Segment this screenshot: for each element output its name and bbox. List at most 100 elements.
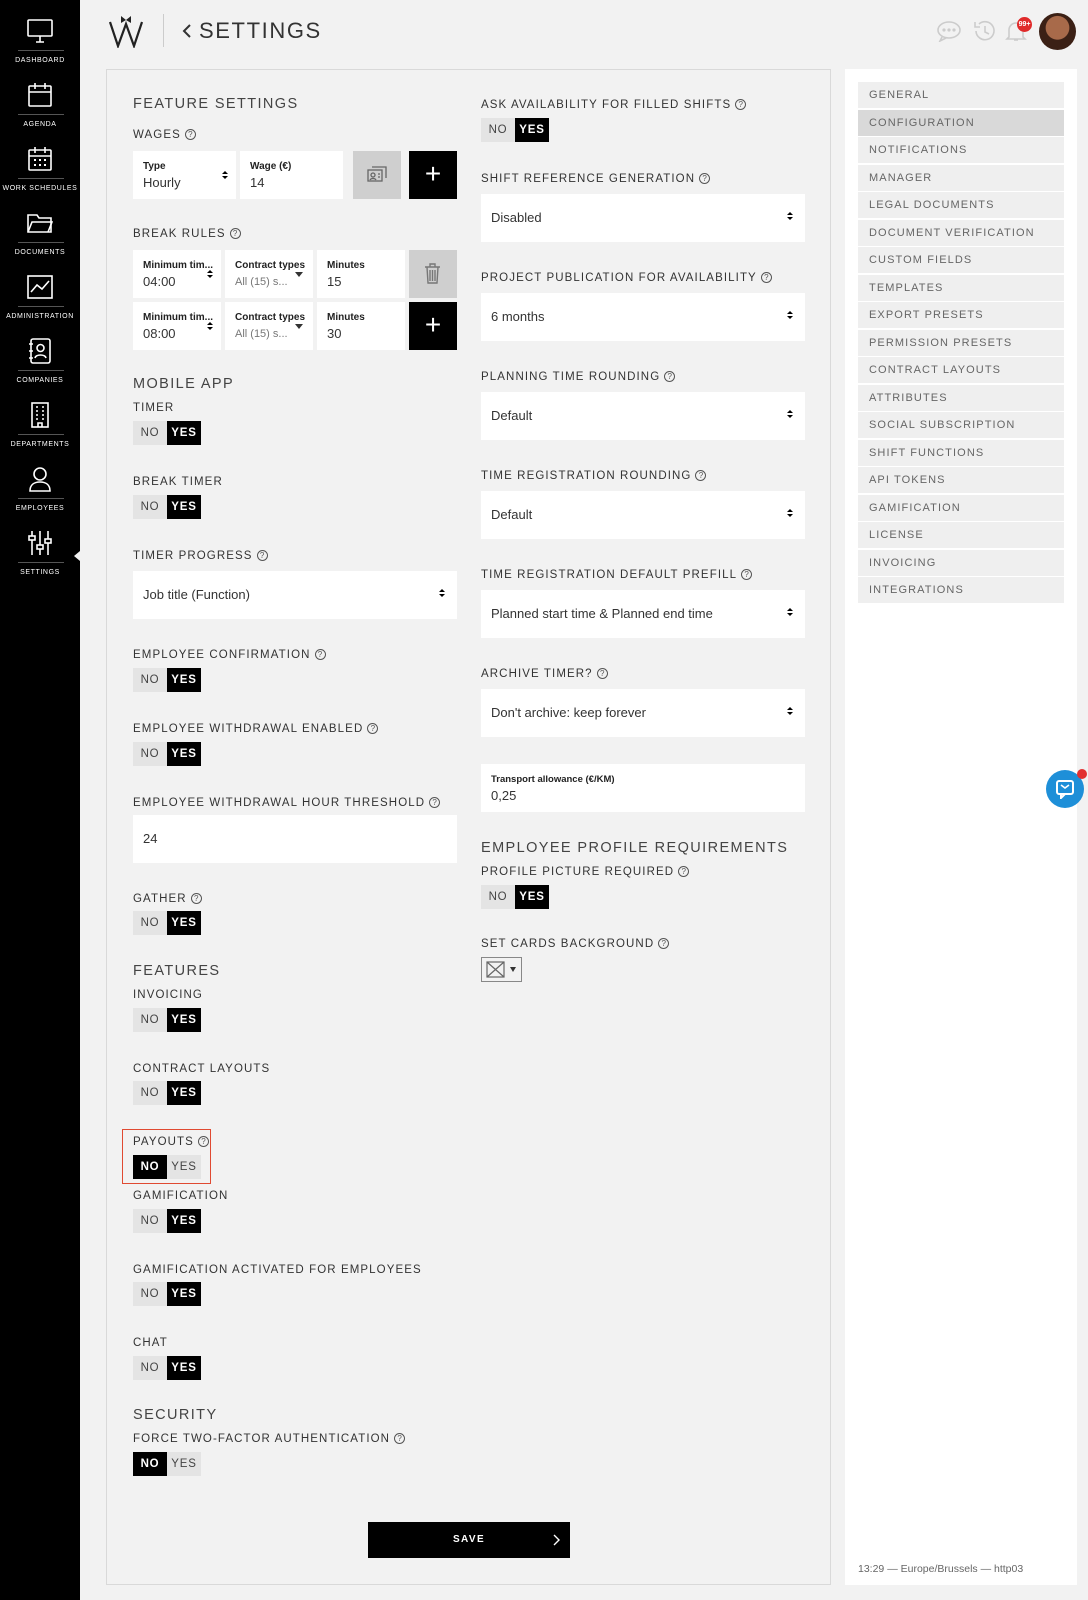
- help-icon[interactable]: ?: [658, 938, 670, 949]
- delete-break-rule-button[interactable]: [409, 250, 457, 298]
- gamification-toggle[interactable]: NO YES: [133, 1209, 201, 1233]
- profile-picture-toggle[interactable]: NO YES: [481, 885, 549, 909]
- toggle-yes[interactable]: YES: [167, 742, 201, 766]
- side-menu-item-invoicing[interactable]: INVOICING: [858, 550, 1064, 576]
- help-icon[interactable]: ?: [429, 797, 441, 808]
- toggle-no[interactable]: NO: [481, 118, 515, 142]
- toggle-yes[interactable]: YES: [167, 668, 201, 692]
- help-icon[interactable]: ?: [699, 173, 711, 184]
- wage-type-select[interactable]: Type Hourly: [133, 151, 236, 199]
- registration-rounding-select[interactable]: Default: [481, 491, 805, 539]
- help-icon[interactable]: ?: [190, 893, 202, 904]
- ask-availability-toggle[interactable]: NO YES: [481, 118, 549, 142]
- side-menu-item-export-presets[interactable]: EXPORT PRESETS: [858, 302, 1064, 328]
- help-icon[interactable]: ?: [678, 866, 690, 877]
- side-menu-item-legal-documents[interactable]: LEGAL DOCUMENTS: [858, 192, 1064, 218]
- side-menu-item-license[interactable]: LICENSE: [858, 522, 1064, 548]
- help-icon[interactable]: ?: [596, 668, 608, 679]
- toggle-no[interactable]: NO: [133, 911, 167, 935]
- help-icon[interactable]: ?: [197, 1136, 209, 1147]
- toggle-no[interactable]: NO: [133, 1209, 167, 1233]
- toggle-yes[interactable]: YES: [167, 1209, 201, 1233]
- toggle-yes[interactable]: YES: [515, 885, 549, 909]
- contract-layouts-toggle[interactable]: NO YES: [133, 1081, 201, 1105]
- toggle-yes[interactable]: YES: [167, 1282, 201, 1306]
- side-menu-item-permission-presets[interactable]: PERMISSION PRESETS: [858, 330, 1064, 356]
- nav-employees[interactable]: EMPLOYEES: [0, 448, 80, 512]
- break-minutes-field[interactable]: Minutes 30: [317, 302, 405, 350]
- timer-toggle[interactable]: NO YES: [133, 421, 201, 445]
- cards-background-picker[interactable]: [481, 957, 522, 982]
- side-menu-item-templates[interactable]: TEMPLATES: [858, 275, 1064, 301]
- toggle-yes[interactable]: YES: [167, 495, 201, 519]
- two-factor-toggle[interactable]: NO YES: [133, 1452, 201, 1476]
- side-menu-item-shift-functions[interactable]: SHIFT FUNCTIONS: [858, 440, 1064, 466]
- avatar[interactable]: [1039, 13, 1076, 50]
- nav-documents[interactable]: DOCUMENTS: [0, 192, 80, 256]
- break-timer-toggle[interactable]: NO YES: [133, 495, 201, 519]
- toggle-no[interactable]: NO: [133, 1155, 167, 1179]
- help-icon[interactable]: ?: [229, 228, 241, 239]
- nav-companies[interactable]: COMPANIES: [0, 320, 80, 384]
- side-menu-item-general[interactable]: GENERAL: [858, 82, 1064, 108]
- side-menu-item-notifications[interactable]: NOTIFICATIONS: [858, 137, 1064, 163]
- help-icon[interactable]: ?: [695, 470, 707, 481]
- save-button[interactable]: SAVE: [368, 1522, 570, 1558]
- withdrawal-threshold-input[interactable]: 24: [133, 815, 457, 863]
- chat-toggle[interactable]: NO YES: [133, 1356, 201, 1380]
- nav-agenda[interactable]: AGENDA: [0, 64, 80, 128]
- toggle-no[interactable]: NO: [133, 1008, 167, 1032]
- employee-withdrawal-toggle[interactable]: NO YES: [133, 742, 201, 766]
- registration-prefill-select[interactable]: Planned start time & Planned end time: [481, 590, 805, 638]
- side-menu-item-attributes[interactable]: ATTRIBUTES: [858, 385, 1064, 411]
- timer-progress-select[interactable]: Job title (Function): [133, 571, 457, 619]
- nav-work-schedules[interactable]: WORK SCHEDULES: [0, 128, 80, 192]
- break-contract-types-select[interactable]: Contract types All (15) s...: [225, 302, 313, 350]
- help-icon[interactable]: ?: [741, 569, 753, 580]
- help-icon[interactable]: ?: [314, 649, 326, 660]
- help-icon[interactable]: ?: [256, 550, 268, 561]
- invoicing-toggle[interactable]: NO YES: [133, 1008, 201, 1032]
- toggle-yes[interactable]: YES: [167, 1452, 201, 1476]
- break-min-time-select[interactable]: Minimum tim... 08:00: [133, 302, 221, 350]
- toggle-yes[interactable]: YES: [515, 118, 549, 142]
- gather-toggle[interactable]: NO YES: [133, 911, 201, 935]
- toggle-no[interactable]: NO: [133, 421, 167, 445]
- side-menu-item-social-subscription[interactable]: SOCIAL SUBSCRIPTION: [858, 412, 1064, 438]
- help-icon[interactable]: ?: [664, 371, 676, 382]
- toggle-no[interactable]: NO: [133, 1452, 167, 1476]
- add-wage-button[interactable]: +: [409, 151, 457, 199]
- toggle-no[interactable]: NO: [133, 742, 167, 766]
- nav-departments[interactable]: DEPARTMENTS: [0, 384, 80, 448]
- archive-timer-select[interactable]: Don't archive: keep forever: [481, 689, 805, 737]
- side-menu-item-configuration[interactable]: CONFIGURATION: [858, 110, 1064, 136]
- side-menu-item-contract-layouts[interactable]: CONTRACT LAYOUTS: [858, 357, 1064, 383]
- toggle-no[interactable]: NO: [133, 495, 167, 519]
- toggle-no[interactable]: NO: [133, 1282, 167, 1306]
- toggle-yes[interactable]: YES: [167, 1008, 201, 1032]
- side-menu-item-custom-fields[interactable]: CUSTOM FIELDS: [858, 247, 1064, 273]
- side-menu-item-gamification[interactable]: GAMIFICATION: [858, 495, 1064, 521]
- side-menu-item-manager[interactable]: MANAGER: [858, 165, 1064, 191]
- project-publication-select[interactable]: 6 months: [481, 293, 805, 341]
- chevron-left-icon[interactable]: [181, 21, 193, 41]
- toggle-yes[interactable]: YES: [167, 421, 201, 445]
- payouts-toggle[interactable]: NO YES: [133, 1155, 201, 1179]
- side-menu-item-integrations[interactable]: INTEGRATIONS: [858, 577, 1064, 603]
- toggle-no[interactable]: NO: [133, 668, 167, 692]
- help-icon[interactable]: ?: [735, 99, 747, 110]
- break-min-time-select[interactable]: Minimum tim... 04:00: [133, 250, 221, 298]
- help-icon[interactable]: ?: [184, 129, 196, 140]
- toggle-yes[interactable]: YES: [167, 1155, 201, 1179]
- toggle-no[interactable]: NO: [481, 885, 515, 909]
- toggle-yes[interactable]: YES: [167, 911, 201, 935]
- help-icon[interactable]: ?: [394, 1433, 406, 1444]
- help-icon[interactable]: ?: [760, 272, 772, 283]
- transport-allowance-field[interactable]: Transport allowance (€/KM) 0,25: [481, 764, 805, 812]
- nav-settings[interactable]: SETTINGS: [0, 512, 80, 576]
- help-icon[interactable]: ?: [367, 723, 379, 734]
- history-icon[interactable]: [972, 20, 996, 42]
- side-menu-item-api-tokens[interactable]: API TOKENS: [858, 467, 1064, 493]
- break-minutes-field[interactable]: Minutes 15: [317, 250, 405, 298]
- chat-bubble-icon[interactable]: [937, 20, 961, 42]
